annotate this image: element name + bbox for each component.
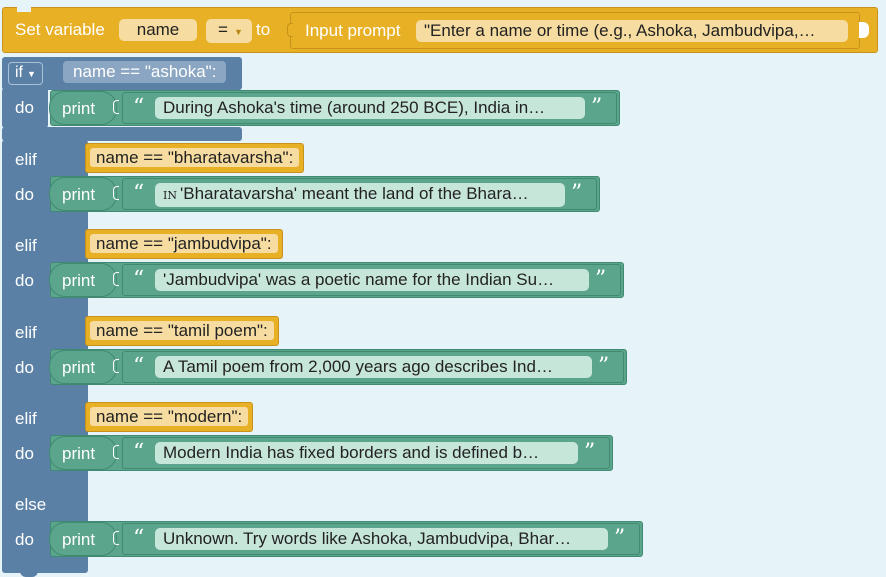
elif-condition[interactable]: name == "jambudvipa": (90, 234, 278, 253)
translate-icon: IN (163, 189, 177, 202)
open-quote-icon: “ (133, 181, 145, 206)
print-head: print (49, 263, 117, 297)
input-prompt-block[interactable]: Input prompt "Enter a name or time (e.g.… (287, 12, 860, 49)
elif-label: elif (15, 323, 37, 342)
close-quote-icon: ” (591, 95, 603, 120)
elif-condition-block[interactable]: name == "jambudvipa": (85, 229, 283, 259)
else-label: else (15, 495, 47, 514)
do-label: do (15, 185, 34, 204)
elif-condition[interactable]: name == "bharatavarsha": (90, 148, 300, 167)
open-quote-icon: “ (133, 526, 145, 551)
input-prompt-label: Input prompt (305, 21, 401, 40)
print-input-connector (113, 100, 119, 114)
elif-condition[interactable]: name == "modern": (90, 407, 249, 426)
print-input-connector (113, 359, 119, 373)
do-label: do (15, 358, 34, 377)
close-quote-icon: ” (614, 526, 626, 551)
print-text-field[interactable]: 'Jambudvipa' was a poetic name for the I… (155, 269, 589, 291)
set-variable-block[interactable]: Set variable name = ▼ to Input prompt "En… (2, 7, 878, 53)
elif-condition-block[interactable]: name == "tamil poem": (85, 316, 279, 346)
operator-value: = (218, 20, 228, 39)
open-quote-icon: “ (133, 267, 145, 292)
print-head: print (49, 91, 117, 125)
do-label: do (15, 444, 34, 463)
print-text-field[interactable]: IN 'Bharatavarsha' meant the land of the … (155, 183, 565, 207)
print-label: print (62, 530, 96, 549)
print-head: print (49, 177, 117, 211)
print-label: print (62, 358, 96, 377)
print-input-connector (113, 531, 119, 545)
do-label: do (15, 271, 34, 290)
dropdown-arrow-icon: ▼ (233, 27, 243, 37)
elif-label: elif (15, 409, 37, 428)
if-dropdown[interactable]: if ▼ (8, 62, 43, 85)
close-quote-icon: ” (598, 354, 610, 379)
elif-condition-block[interactable]: name == "bharatavarsha": (85, 143, 305, 173)
print-input-connector (113, 272, 119, 286)
if-condition[interactable]: name == "ashoka": (63, 61, 227, 83)
print-text-field[interactable]: During Ashoka's time (around 250 BCE), I… (155, 97, 585, 119)
elif-condition-block[interactable]: name == "modern": (85, 402, 254, 432)
operator-dropdown[interactable]: = ▼ (206, 19, 252, 43)
print-head: print (49, 436, 117, 470)
set-variable-label: Set variable (15, 20, 105, 39)
print-head: print (49, 522, 117, 556)
open-quote-icon: “ (133, 354, 145, 379)
print-text-field[interactable]: A Tamil poem from 2,000 years ago descri… (155, 356, 592, 378)
print-label: print (62, 185, 96, 204)
block-notch (17, 7, 31, 12)
open-quote-icon: “ (133, 95, 145, 120)
print-head: print (49, 350, 117, 384)
input-connector (287, 23, 293, 37)
print-input-connector (113, 445, 119, 459)
prompt-text-field[interactable]: "Enter a name or time (e.g., Ashoka, Jam… (416, 20, 848, 42)
do-label: do (15, 98, 34, 117)
dropdown-arrow-icon: ▼ (27, 69, 36, 79)
open-quote-icon: “ (133, 440, 145, 465)
variable-name-field[interactable]: name (119, 19, 197, 41)
print-text-field[interactable]: Unknown. Try words like Ashoka, Jambudvi… (155, 528, 608, 550)
if-label: if (15, 64, 23, 81)
print-text-field[interactable]: Modern India has fixed borders and is de… (155, 442, 578, 464)
close-quote-icon: ” (584, 440, 596, 465)
if-separator (2, 127, 242, 141)
print-text: 'Bharatavarsha' meant the land of the Bh… (179, 184, 529, 203)
print-label: print (62, 271, 96, 290)
elif-label: elif (15, 150, 37, 169)
close-quote-icon: ” (571, 181, 583, 206)
elif-label: elif (15, 236, 37, 255)
print-label: print (62, 99, 96, 118)
bottom-connector (20, 568, 38, 577)
close-quote-icon: ” (595, 267, 607, 292)
do-label: do (15, 530, 34, 549)
output-connector (859, 22, 869, 38)
to-label: to (256, 20, 271, 39)
print-input-connector (113, 186, 119, 200)
print-label: print (62, 444, 96, 463)
elif-condition[interactable]: name == "tamil poem": (90, 321, 274, 340)
